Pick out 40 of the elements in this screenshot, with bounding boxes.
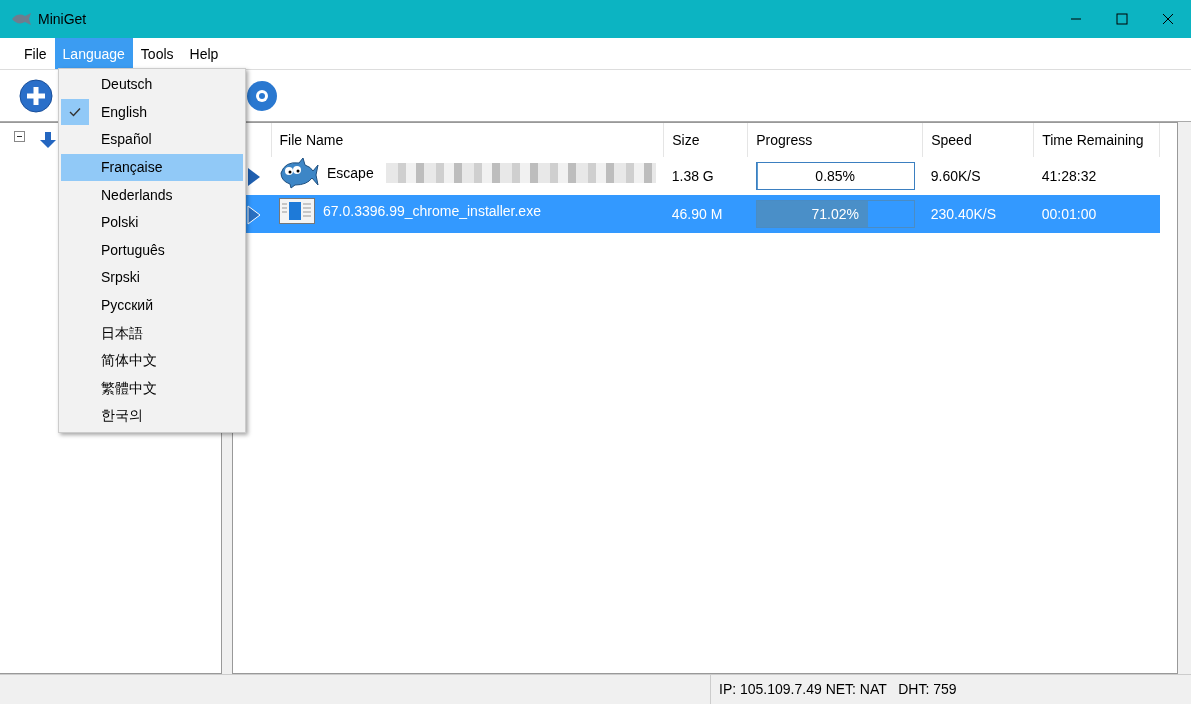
language-menu-item[interactable]: Srpski	[61, 264, 243, 292]
progress-text: 0.85%	[815, 166, 856, 186]
progress-text: 71.02%	[811, 204, 859, 224]
language-menu-item[interactable]: 繁體中文	[61, 374, 243, 403]
maximize-icon	[1116, 13, 1128, 25]
table-cell: 00:01:00	[1033, 195, 1160, 233]
file-name: 67.0.3396.99_chrome_installer.exe	[323, 201, 541, 221]
menu-item[interactable]: File	[16, 38, 55, 69]
check-icon	[69, 107, 81, 118]
language-menu-item[interactable]: Português	[61, 236, 243, 265]
window-title: MiniGet	[38, 9, 87, 29]
language-menu-item[interactable]: 한국의	[61, 402, 243, 430]
column-header[interactable]: Time Remaining	[1033, 123, 1160, 157]
menu-item[interactable]: Help	[181, 38, 227, 69]
language-menu-item[interactable]: Deutsch	[61, 71, 243, 99]
installer-icon	[279, 198, 315, 224]
language-menu-item[interactable]: 日本語	[61, 319, 243, 347]
column-header[interactable]: Speed	[922, 123, 1034, 157]
add-icon[interactable]	[18, 77, 54, 114]
app-icon	[10, 11, 32, 27]
table-cell: 230.40K/S	[922, 195, 1034, 233]
download-arrow-icon	[39, 131, 57, 149]
column-header[interactable]: Progress	[747, 123, 923, 157]
menu-item[interactable]: Tools	[132, 38, 182, 69]
language-menu-item[interactable]: Française	[61, 153, 243, 182]
language-menu-item[interactable]: Русский	[61, 291, 243, 320]
language-menu-item[interactable]: Español	[61, 126, 243, 154]
language-menu-item[interactable]: English	[61, 98, 243, 127]
language-menu-item[interactable]: 简体中文	[61, 346, 243, 375]
table-cell: 9.60K/S	[922, 157, 1034, 195]
table-cell: 46.90 M	[663, 195, 748, 233]
file-name: Escape	[327, 163, 374, 183]
fish-icon	[279, 157, 319, 189]
status-text: IP: 105.109.7.49 NET: NAT DHT: 759	[719, 680, 957, 699]
table-cell: 41:28:32	[1033, 157, 1160, 195]
table-cell: 1.38 G	[663, 157, 748, 195]
collapse-icon[interactable]	[14, 131, 25, 142]
column-header[interactable]: File Name	[271, 123, 664, 157]
close-icon	[1162, 13, 1174, 25]
column-header[interactable]: Size	[663, 123, 748, 157]
